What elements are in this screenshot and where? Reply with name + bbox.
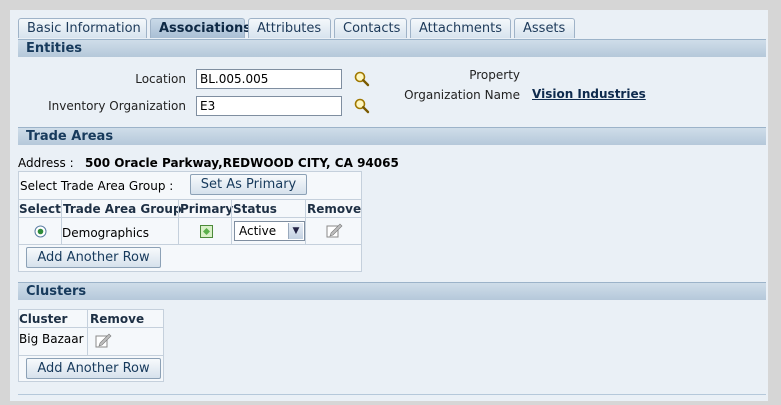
tab-contacts[interactable]: Contacts (334, 18, 407, 38)
table-divider (305, 199, 306, 244)
add-trade-area-row-button[interactable]: Add Another Row (26, 247, 161, 268)
tab-associations[interactable]: Associations (150, 18, 251, 38)
tab-assets[interactable]: Assets (514, 18, 575, 38)
trade-area-group-label: Select Trade Area Group : (20, 179, 174, 193)
search-icon[interactable] (354, 71, 370, 87)
column-header-remove: Remove (90, 312, 145, 326)
organization-name-link[interactable]: Vision Industries (532, 87, 646, 101)
tab-basic-information[interactable]: Basic Information (18, 18, 147, 38)
column-header-select: Select (19, 202, 61, 216)
table-divider (18, 217, 362, 218)
remove-icon[interactable] (95, 333, 112, 348)
table-divider (87, 309, 88, 355)
table-divider (18, 244, 362, 245)
clusters-section-header: Clusters (18, 282, 766, 300)
entities-section-header: Entities (18, 39, 766, 57)
tab-attachments[interactable]: Attachments (410, 18, 511, 38)
column-header-remove: Remove (307, 202, 362, 216)
add-cluster-row-button[interactable]: Add Another Row (26, 358, 161, 379)
table-divider (231, 199, 232, 244)
inventory-organization-input[interactable] (196, 96, 342, 116)
status-select-value: Active (239, 224, 277, 238)
content-panel: Basic Information Associations Attribute… (10, 10, 768, 401)
radio-selected-icon[interactable] (34, 225, 47, 238)
status-select[interactable]: Active ▼ (234, 221, 305, 241)
cluster-value: Big Bazaar (19, 332, 84, 346)
column-header-primary: Primary (180, 202, 234, 216)
address-label: Address : (18, 156, 74, 170)
table-divider (18, 199, 362, 200)
chevron-down-icon[interactable]: ▼ (288, 223, 303, 239)
column-header-trade-area-group: Trade Area Group (63, 202, 182, 216)
address-value: 500 Oracle Parkway,REDWOOD CITY, CA 9406… (85, 156, 399, 170)
table-divider (18, 327, 164, 328)
search-icon[interactable] (354, 98, 370, 114)
trade-area-group-value: Demographics (62, 226, 149, 240)
primary-flag-icon[interactable] (200, 225, 213, 238)
location-input[interactable] (196, 69, 342, 89)
organization-name-label: Organization Name (404, 88, 520, 102)
column-header-status: Status (233, 202, 277, 216)
remove-icon[interactable] (326, 223, 343, 238)
column-header-cluster: Cluster (19, 312, 68, 326)
set-as-primary-button[interactable]: Set As Primary (190, 174, 307, 195)
trade-areas-section-header: Trade Areas (18, 127, 766, 145)
table-divider (178, 199, 179, 244)
tab-attributes[interactable]: Attributes (248, 18, 331, 38)
bottom-divider (18, 394, 766, 395)
location-label: Location (135, 72, 186, 86)
table-divider (18, 355, 164, 356)
property-label: Property (469, 68, 520, 82)
inventory-organization-label: Inventory Organization (48, 99, 186, 113)
